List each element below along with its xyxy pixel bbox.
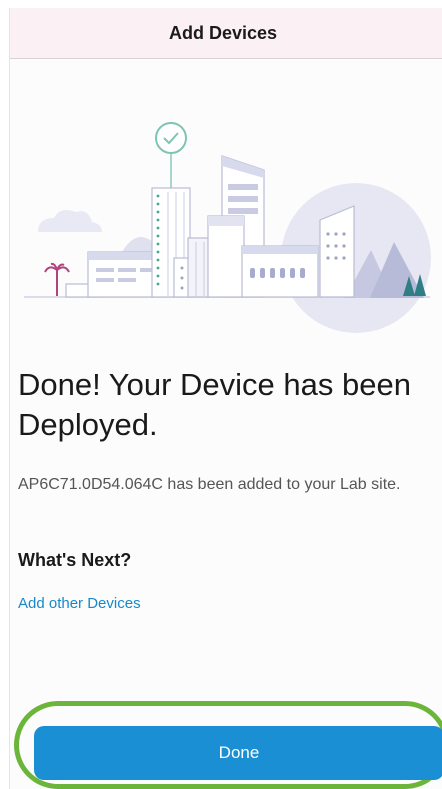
checkmark-circle-icon (155, 122, 187, 154)
deployment-description: AP6C71.0D54.064C has been added to your … (18, 476, 401, 493)
done-button[interactable]: Done (34, 726, 442, 780)
screen: Add Devices Done! Your Device has been D… (9, 8, 442, 789)
nav-bar: Add Devices (10, 8, 442, 59)
whats-next-heading: What's Next? (18, 550, 132, 570)
add-other-devices-link[interactable]: Add other Devices (18, 595, 141, 612)
city-illustration-icon (24, 122, 431, 333)
success-heading: Done! Your Device has been Deployed. (18, 367, 411, 442)
city-illustration (10, 112, 442, 352)
page-title: Add Devices (168, 22, 278, 43)
